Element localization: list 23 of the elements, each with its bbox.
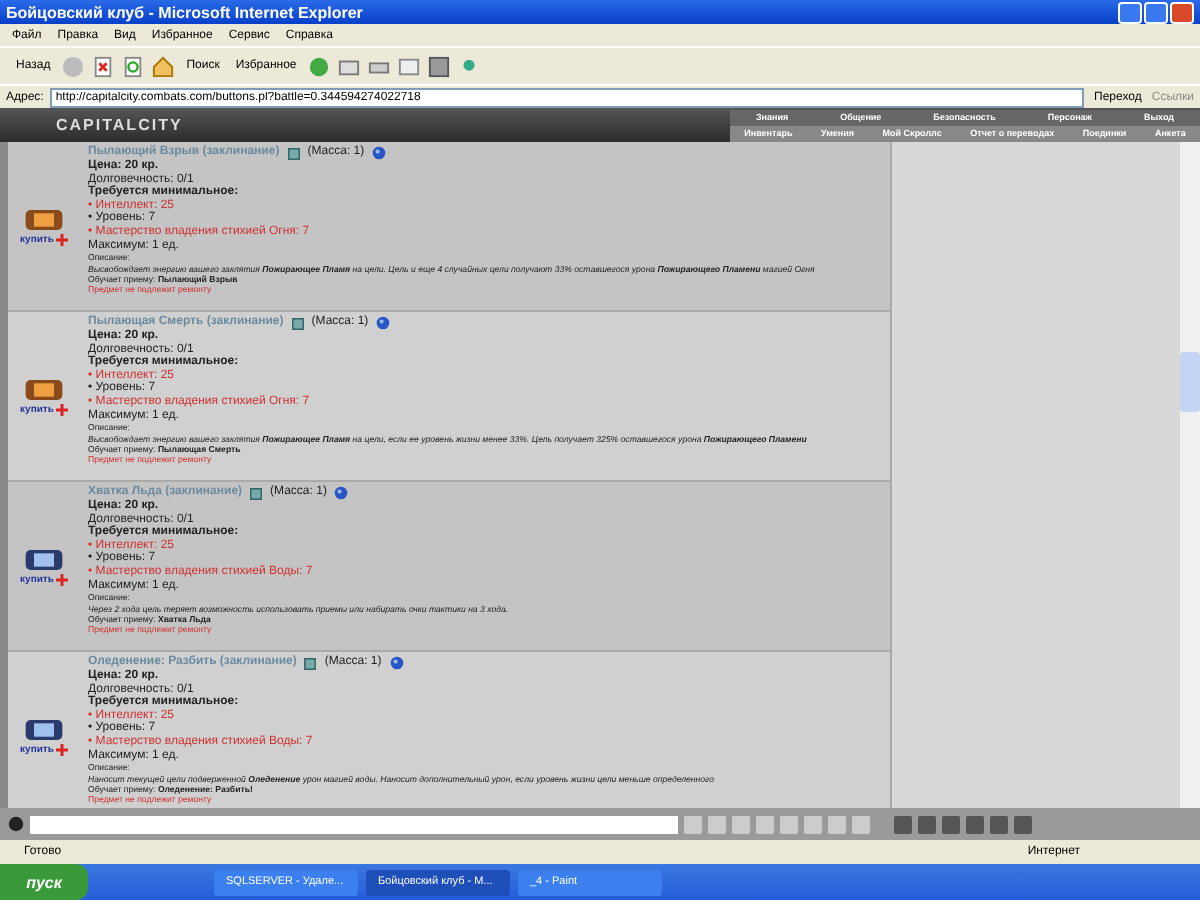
info-icon[interactable] [372,146,387,160]
info-icon[interactable] [376,316,391,330]
plus-icon[interactable] [55,744,68,756]
refresh-icon[interactable] [122,55,145,77]
square-icon[interactable] [250,487,263,499]
plus-icon[interactable] [55,574,68,586]
window-title: Бойцовский клуб - Microsoft Internet Explorer [6,3,363,21]
chat-input[interactable] [30,815,678,833]
close-button[interactable] [1170,1,1194,23]
maximize-button[interactable] [1144,1,1168,23]
home-icon[interactable] [152,55,175,77]
square-icon[interactable] [304,657,317,669]
scrollbar[interactable] [1180,142,1200,808]
stop-icon[interactable] [92,55,115,77]
info-icon[interactable] [389,656,404,670]
plus-icon[interactable] [55,234,68,246]
square-icon[interactable] [291,317,304,329]
minimize-button[interactable] [1118,1,1142,23]
plus-icon[interactable] [55,404,68,416]
square-icon[interactable] [287,147,300,159]
logo-text: CAPITALCITY [56,116,183,134]
start-button[interactable]: пуск [0,864,88,900]
info-icon[interactable] [334,486,349,500]
